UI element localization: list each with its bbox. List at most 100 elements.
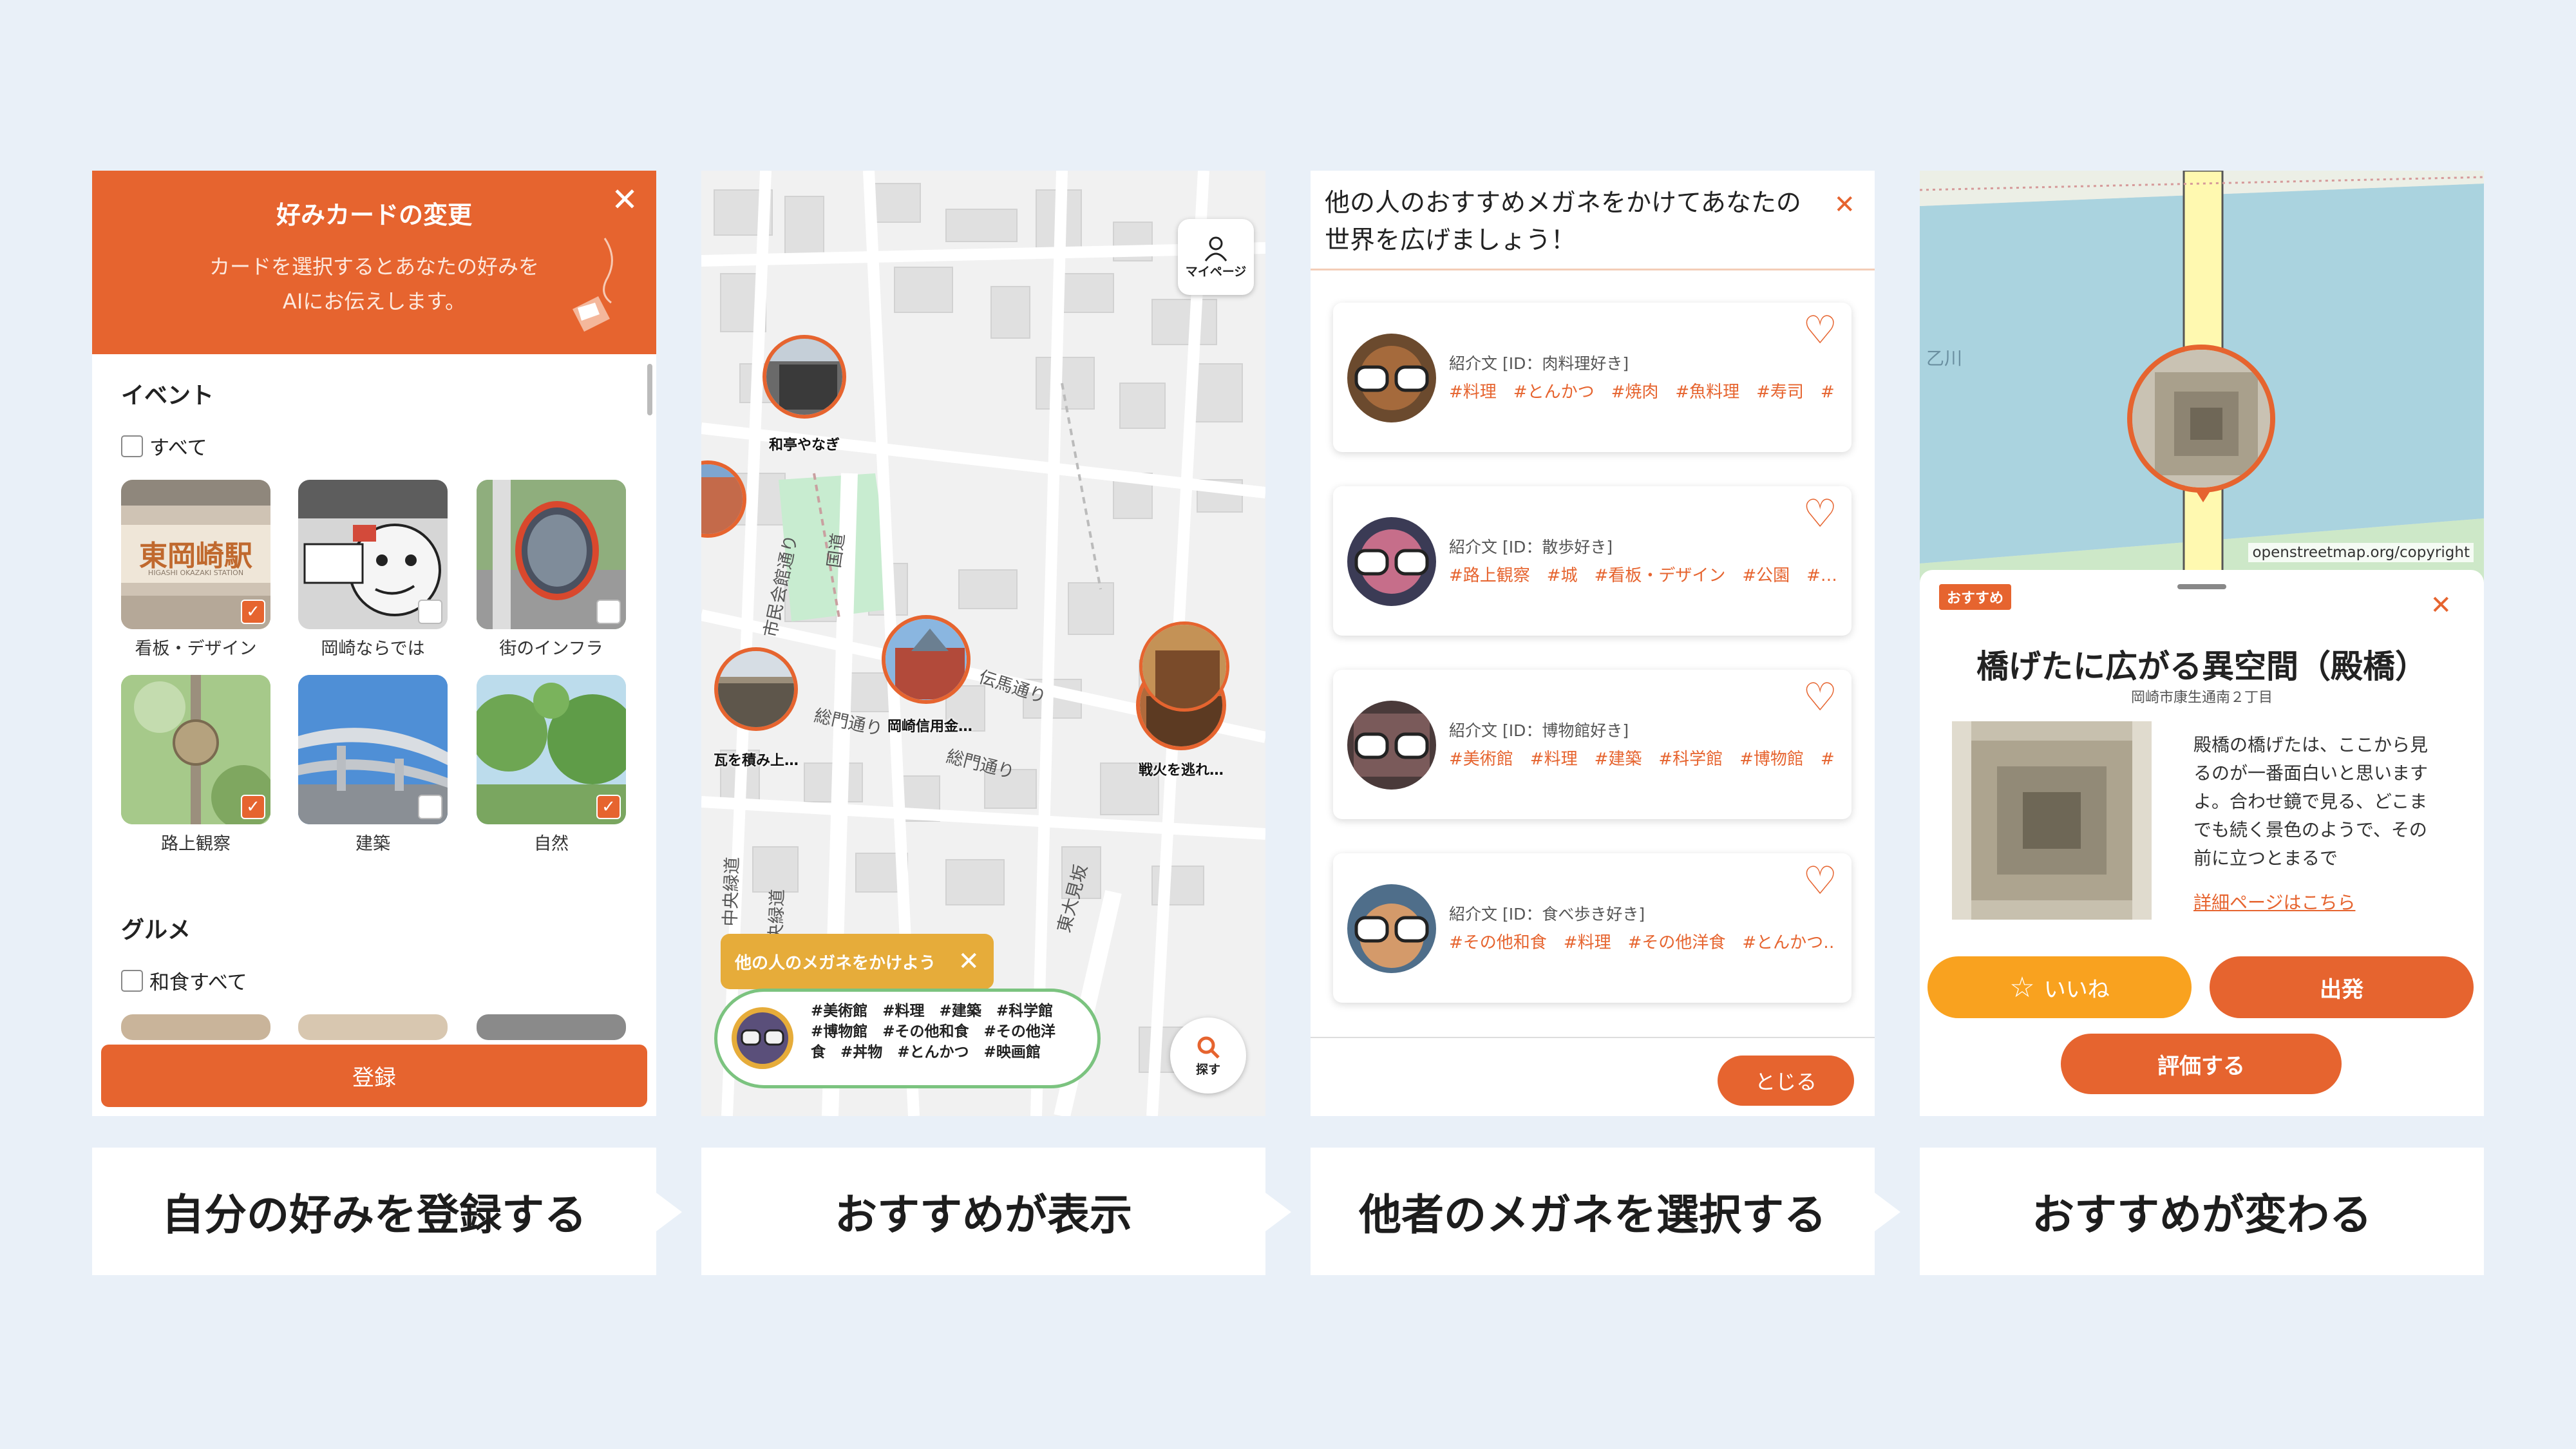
search-icon [1197,1036,1220,1059]
heart-icon[interactable]: ♡ [1803,308,1837,353]
card-okazaki-unique[interactable] [298,480,448,629]
tag-list: #その他和食 #料理 #その他洋食 #とんかつ… [1449,933,1835,952]
tags-line: 食 #丼物 #とんかつ #映画館 [811,1044,1041,1061]
section-title-event: イベント [121,383,214,409]
card-label: 路上観察 [161,834,231,854]
card-street-observation[interactable]: ✓ [121,675,270,824]
register-button[interactable]: 登録 [101,1045,647,1107]
star-icon: ☆ [2009,971,2035,1004]
step-caption: 他者のメガネを選択する [1311,1148,1875,1275]
spot-pin[interactable] [2127,345,2275,493]
glasses-card[interactable]: 紹介文 [ID：肉料理好き] #料理 #とんかつ #焼肉 #魚料理 #寿司 #…… [1333,303,1852,452]
spot-photo [1952,721,2152,920]
divider [1311,269,1875,270]
close-icon[interactable]: ✕ [958,947,980,976]
search-label: 探す [1195,1062,1220,1077]
mypage-label: マイページ [1185,264,1247,279]
checkbox[interactable] [121,969,143,992]
step-arrow [1875,1193,1900,1231]
tag-list: #美術館 #料理 #建築 #科学館 #博物館 #… [1449,750,1835,769]
sign-text: 東岡崎駅 [139,540,252,573]
card-city-infrastructure[interactable] [477,480,626,629]
step-arrow [656,1193,682,1231]
avatar-image [1347,884,1436,973]
close-icon[interactable]: ✕ [2430,589,2452,621]
sign-subtext: HIGASHI OKAZAKI STATION [147,569,244,577]
card-partial[interactable] [298,1014,448,1040]
step-caption: おすすめが変わる [1920,1148,2484,1275]
close-icon[interactable]: ✕ [1833,189,1855,221]
card-partial[interactable] [121,1014,270,1040]
spot-address: 岡崎市康生通南２丁目 [2130,690,2273,706]
checkbox[interactable] [121,435,143,457]
close-icon[interactable]: ✕ [611,184,638,216]
card-partial[interactable] [477,1014,626,1040]
spot-title: 橋げたに広がる異空間（殿橋） [1976,648,2427,685]
map-attribution[interactable]: openstreetmap.org/copyright [2248,543,2474,562]
heart-icon[interactable]: ♡ [1803,675,1837,720]
rate-button[interactable]: 評価する [2061,1034,2342,1094]
mypage-button[interactable]: マイページ [1178,219,1254,295]
tags-line: #美術館 #料理 #建築 #科学館 [811,1003,1054,1019]
person-icon [1204,236,1227,261]
glasses-tab[interactable]: 他の人のメガネをかけよう ✕ [721,934,994,989]
recommend-badge: おすすめ [1939,584,2012,610]
tag-list: #料理 #とんかつ #焼肉 #魚料理 #寿司 #… [1449,383,1835,402]
card-label: 看板・デザイン [135,639,257,659]
map-pin[interactable] [714,647,798,731]
like-button[interactable]: ☆ いいね [1927,956,2192,1018]
map-pin[interactable] [882,615,971,704]
search-button[interactable]: 探す [1170,1018,1246,1094]
glasses-tags: #美術館 #料理 #建築 #科学館 #博物館 #その他和食 #その他洋 食 #丼… [811,1001,1088,1063]
glasses-card[interactable]: 紹介文 [ID：食べ歩き好き] #その他和食 #料理 #その他洋食 #とんかつ…… [1333,853,1852,1003]
tag-list: #路上観察 #城 #看板・デザイン #公園 #… [1449,566,1835,585]
glasses-avatar [732,1007,793,1069]
heart-icon[interactable]: ♡ [1803,858,1837,904]
scrollbar[interactable] [647,364,652,415]
card-nature[interactable]: ✓ [477,675,626,824]
section-title-gourmet: グルメ [121,917,191,943]
road-label: 中央緑道 [720,857,743,927]
card-label: 街のインフラ [499,639,603,659]
glasses-avatar [1347,517,1436,606]
depart-button[interactable]: 出発 [2210,956,2474,1018]
glasses-card[interactable]: 紹介文 [ID：博物館好き] #美術館 #料理 #建築 #科学館 #博物館 #…… [1333,670,1852,819]
card-architecture[interactable] [298,675,448,824]
glasses-card[interactable]: #美術館 #料理 #建築 #科学館 #博物館 #その他和食 #その他洋 食 #丼… [714,989,1101,1088]
card-checkbox[interactable] [418,795,442,819]
checkbox-label: すべて [149,437,207,460]
card-checkbox-checked[interactable]: ✓ [241,600,265,624]
tags-line: #博物館 #その他和食 #その他洋 [811,1023,1056,1040]
card-checkbox[interactable] [596,600,621,624]
card-checkbox-checked[interactable]: ✓ [596,795,621,819]
sheet-handle[interactable] [2177,584,2226,589]
avatar-image [1347,334,1436,422]
intro-text: 紹介文 [ID：食べ歩き好き] [1449,905,1645,923]
washoku-all-checkbox[interactable]: 和食すべて [121,966,247,995]
detail-link[interactable]: 詳細ページはこちら [2193,889,2355,914]
spot-description: 殿橋の橋げたは、ここから見るのが一番面白いと思いますよ。合わせ鏡で見る、どこまで… [2193,734,2429,869]
heart-icon[interactable]: ♡ [1803,491,1837,536]
preference-card-panel: 好みカードの変更 カードを選択するとあなたの好みを AIにお伝えします。 ✕ イ… [92,171,656,1116]
glasses-card[interactable]: 紹介文 [ID：散歩好き] #路上観察 #城 #看板・デザイン #公園 #… ♡ [1333,486,1852,636]
spot-sheet: おすすめ ✕ 橋げたに広がる異空間（殿橋） 岡崎市康生通南２丁目 殿橋の橋げたは… [1920,570,2484,1116]
like-label: いいね [2043,976,2110,1003]
card-label: 建築 [355,834,390,854]
card-signboard-design[interactable]: 東岡崎駅 HIGASHI OKAZAKI STATION ✓ [121,480,270,629]
glasses-tab-label: 他の人のメガネをかけよう [735,953,936,973]
map-pin[interactable] [1139,621,1229,712]
select-all-checkbox[interactable]: すべて [121,431,207,460]
step-caption: 自分の好みを登録する [92,1148,656,1275]
glasses-select-header: 他の人のおすすめメガネをかけてあなたの世界を広げましょう！ [1325,189,1801,255]
pin-label: 岡崎信用金… [887,719,972,735]
map-pin[interactable] [762,335,846,419]
card-checkbox[interactable] [418,600,442,624]
preference-title: 好みカードの変更 [276,201,472,229]
avatar-image [1347,517,1436,606]
card-checkbox-checked[interactable]: ✓ [241,795,265,819]
preference-header: 好みカードの変更 カードを選択するとあなたの好みを AIにお伝えします。 ✕ [92,171,656,354]
divider [1311,1037,1875,1038]
spot-detail-panel: 乙川 openstreetmap.org/copyright おすすめ ✕ 橋げ… [1920,171,2484,1116]
glasses-select-panel: 他の人のおすすめメガネをかけてあなたの世界を広げましょう！ ✕ 紹介文 [ID：… [1311,171,1875,1116]
close-button[interactable]: とじる [1718,1056,1854,1106]
